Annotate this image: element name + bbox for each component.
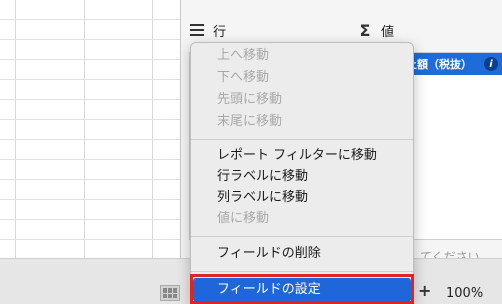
- menu-item-remove-field[interactable]: フィールドの削除: [217, 245, 321, 263]
- normal-view-icon[interactable]: [160, 285, 180, 301]
- rows-zone-label: 行: [213, 24, 227, 40]
- menu-item-move-down: 下へ移動: [217, 70, 270, 85]
- menu-item-field-settings[interactable]: フィールドの設定: [193, 278, 411, 302]
- menu-item-move-to-values: 値に移動: [217, 211, 270, 226]
- values-zone-header: Σ 値: [357, 16, 394, 44]
- zoom-level[interactable]: 100%: [446, 286, 483, 301]
- menu-item-move-up: 上へ移動: [217, 48, 270, 63]
- zoom-in-button[interactable]: +: [418, 281, 431, 300]
- menu-separator: [191, 139, 413, 140]
- field-context-menu: 上へ移動 下へ移動 先頭に移動 末尾に移動 レポート フィルターに移動 行ラベル…: [190, 42, 414, 304]
- menu-item-move-to-end: 末尾に移動: [217, 114, 283, 129]
- rows-icon: [189, 24, 205, 36]
- spreadsheet-grid[interactable]: [0, 0, 180, 258]
- menu-separator: [191, 236, 413, 237]
- value-field-label: 上額（税抜）: [406, 58, 472, 71]
- sigma-icon: Σ: [359, 20, 371, 40]
- menu-item-move-to-row-labels[interactable]: 行ラベルに移動: [217, 168, 308, 186]
- info-icon[interactable]: i: [484, 57, 498, 71]
- menu-item-move-to-report-filter[interactable]: レポート フィルターに移動: [217, 147, 377, 165]
- rows-zone-header: 行: [189, 16, 226, 44]
- menu-separator: [191, 271, 413, 272]
- menu-item-move-to-column-labels[interactable]: 列ラベルに移動: [217, 189, 308, 207]
- values-zone-label: 値: [381, 24, 395, 40]
- menu-item-move-to-beginning: 先頭に移動: [217, 92, 283, 107]
